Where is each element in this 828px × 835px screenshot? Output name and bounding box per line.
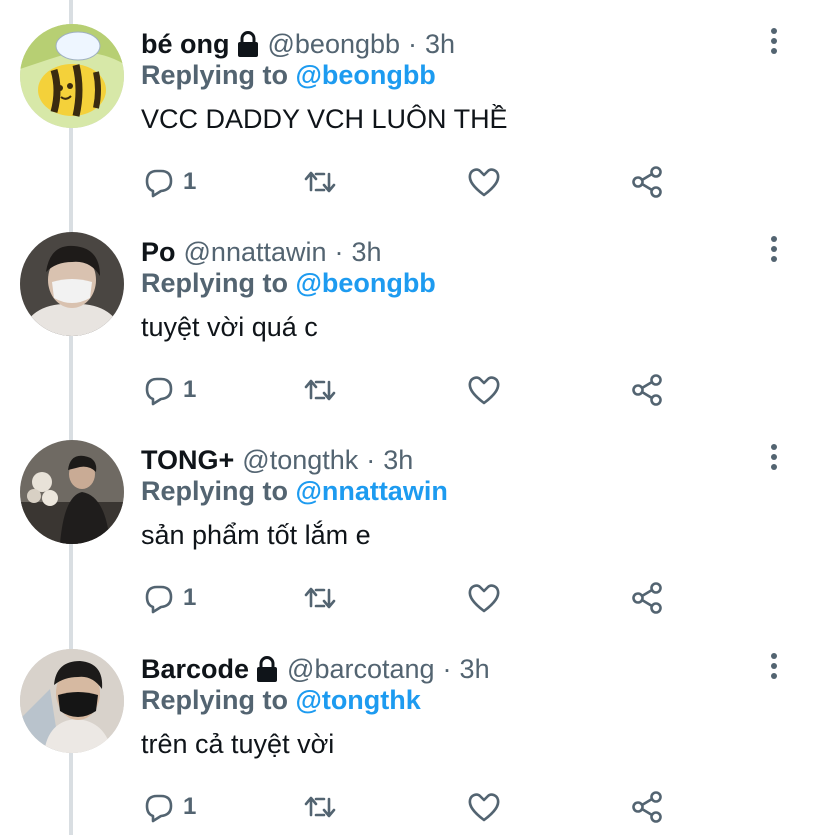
reply-count: 1 xyxy=(183,584,197,611)
display-name[interactable]: bé ong xyxy=(141,29,230,60)
share-button[interactable] xyxy=(630,160,666,204)
more-options-icon[interactable] xyxy=(762,651,786,681)
separator-dot: · xyxy=(408,28,418,59)
replying-to-mention[interactable]: @beongbb xyxy=(296,60,436,90)
tweet-actions: 1 xyxy=(0,368,828,412)
person-mask-avatar-icon xyxy=(20,232,124,336)
user-handle[interactable]: @nnattawin xyxy=(184,237,327,268)
tweet-text: VCC DADDY VCH LUÔN THỀ xyxy=(141,104,508,134)
reply-icon xyxy=(145,794,173,823)
reply-thread: bé ong @beongbb · 3h Replying to @beongb… xyxy=(0,0,828,835)
more-options-icon[interactable] xyxy=(762,234,786,264)
display-name[interactable]: Po xyxy=(141,237,176,268)
more-options-icon[interactable] xyxy=(762,26,786,56)
retweet-button[interactable] xyxy=(302,785,338,829)
replying-to-label: Replying to xyxy=(141,60,296,90)
retweet-icon xyxy=(304,587,336,609)
tweet-text: trên cả tuyệt vời xyxy=(141,729,335,759)
lock-icon xyxy=(255,656,279,682)
tweet-text: tuyệt vời quá c xyxy=(141,312,318,342)
reply-count: 1 xyxy=(183,376,197,403)
retweet-button[interactable] xyxy=(302,368,338,412)
replying-to: Replying to @beongbb xyxy=(141,268,436,299)
reply-count: 1 xyxy=(183,793,197,820)
reply-button[interactable]: 1 xyxy=(141,785,196,829)
tweet-actions: 1 xyxy=(0,160,828,204)
reply-count: 1 xyxy=(183,168,197,195)
reply-button[interactable]: 1 xyxy=(141,368,196,412)
like-button[interactable] xyxy=(466,785,502,829)
user-handle[interactable]: @tongthk xyxy=(242,445,358,476)
tweet-actions: 1 xyxy=(0,785,828,829)
tweet-header: Po @nnattawin · 3h xyxy=(141,234,382,270)
like-button[interactable] xyxy=(466,368,502,412)
like-button[interactable] xyxy=(466,160,502,204)
lock-icon xyxy=(236,31,260,57)
replying-to-mention[interactable]: @nnattawin xyxy=(296,476,448,506)
replying-to-label: Replying to xyxy=(141,268,296,298)
replying-to: Replying to @beongbb xyxy=(141,60,436,91)
like-button[interactable] xyxy=(466,576,502,620)
display-name[interactable]: TONG+ xyxy=(141,445,234,476)
avatar[interactable] xyxy=(20,440,124,544)
share-icon xyxy=(632,582,662,614)
person-black-mask-avatar-icon xyxy=(20,649,124,753)
replying-to: Replying to @nnattawin xyxy=(141,476,448,507)
person-flowers-avatar-icon xyxy=(20,440,124,544)
heart-icon xyxy=(468,376,500,405)
timestamp[interactable]: 3h xyxy=(383,445,413,476)
share-icon xyxy=(632,166,662,198)
heart-icon xyxy=(468,584,500,613)
separator-dot: · xyxy=(334,236,344,267)
timestamp[interactable]: 3h xyxy=(425,29,455,60)
reply-button[interactable]: 1 xyxy=(141,160,196,204)
tweet[interactable]: TONG+ @tongthk · 3h Replying to @nnattaw… xyxy=(0,416,828,624)
replying-to-label: Replying to xyxy=(141,685,296,715)
tweet-text: sản phẩm tốt lắm e xyxy=(141,520,371,550)
retweet-icon xyxy=(304,379,336,401)
timestamp[interactable]: 3h xyxy=(352,237,382,268)
user-handle[interactable]: @beongbb xyxy=(268,29,401,60)
more-options-icon[interactable] xyxy=(762,442,786,472)
reply-icon xyxy=(145,585,173,614)
tweet-header: bé ong @beongbb · 3h xyxy=(141,26,455,62)
retweet-icon xyxy=(304,796,336,818)
timestamp[interactable]: 3h xyxy=(460,654,490,685)
share-icon xyxy=(632,791,662,823)
tweet-actions: 1 xyxy=(0,576,828,620)
share-button[interactable] xyxy=(630,576,666,620)
display-name[interactable]: Barcode xyxy=(141,654,249,685)
avatar[interactable] xyxy=(20,232,124,336)
user-handle[interactable]: @barcotang xyxy=(287,654,435,685)
retweet-button[interactable] xyxy=(302,576,338,620)
tweet-header: TONG+ @tongthk · 3h xyxy=(141,442,413,478)
replying-to: Replying to @tongthk xyxy=(141,685,421,716)
separator-dot: · xyxy=(442,653,452,684)
separator-dot: · xyxy=(366,444,376,475)
tweet[interactable]: Po @nnattawin · 3h Replying to @beongbb … xyxy=(0,208,828,416)
replying-to-label: Replying to xyxy=(141,476,296,506)
share-button[interactable] xyxy=(630,785,666,829)
tweet[interactable]: Barcode @barcotang · 3h Replying to @ton… xyxy=(0,625,828,833)
replying-to-mention[interactable]: @tongthk xyxy=(296,685,421,715)
heart-icon xyxy=(468,793,500,822)
reply-icon xyxy=(145,169,173,198)
reply-icon xyxy=(145,377,173,406)
replying-to-mention[interactable]: @beongbb xyxy=(296,268,436,298)
bee-avatar-icon xyxy=(20,24,124,128)
share-icon xyxy=(632,374,662,406)
reply-button[interactable]: 1 xyxy=(141,576,196,620)
avatar[interactable] xyxy=(20,24,124,128)
avatar[interactable] xyxy=(20,649,124,753)
tweet[interactable]: bé ong @beongbb · 3h Replying to @beongb… xyxy=(0,0,828,208)
tweet-header: Barcode @barcotang · 3h xyxy=(141,651,490,687)
retweet-icon xyxy=(304,171,336,193)
retweet-button[interactable] xyxy=(302,160,338,204)
heart-icon xyxy=(468,168,500,197)
share-button[interactable] xyxy=(630,368,666,412)
